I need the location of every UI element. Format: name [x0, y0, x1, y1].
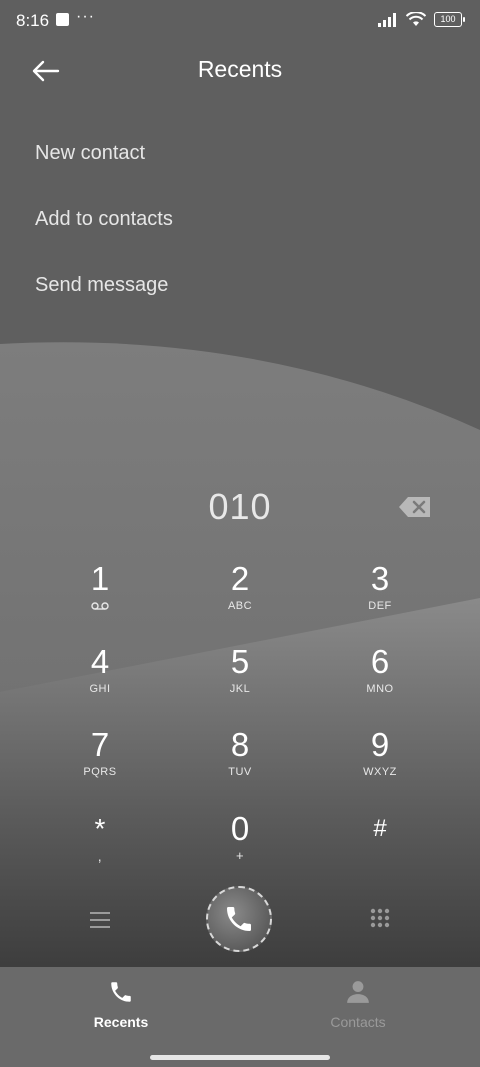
phone-icon	[111, 982, 131, 1002]
tab-recents-label: Recents	[93, 1014, 149, 1030]
status-icons: 100	[378, 12, 465, 27]
key-8[interactable]: 8 TUV	[180, 726, 300, 802]
send-message-option[interactable]: Send message	[0, 252, 480, 318]
header: Recents	[0, 42, 480, 98]
key-2[interactable]: 2 ABC	[180, 560, 300, 636]
dialpad-toggle-icon[interactable]	[370, 908, 390, 928]
battery-icon: 100	[434, 12, 465, 27]
voicemail-icon	[91, 602, 109, 610]
key-3[interactable]: 3 DEF	[320, 560, 440, 636]
tab-contacts-label: Contacts	[330, 1014, 386, 1030]
signal-icon	[378, 12, 396, 27]
person-icon	[347, 981, 369, 1003]
dialer-controls	[0, 880, 480, 960]
key-5[interactable]: 5 JKL	[180, 643, 300, 719]
key-4[interactable]: 4 GHI	[40, 643, 160, 719]
tab-recents[interactable]: Recents	[41, 979, 201, 1030]
phone-icon	[227, 907, 251, 931]
key-6[interactable]: 6 MNO	[320, 643, 440, 719]
status-bar: 8:16 ··· 100	[0, 0, 480, 42]
new-contact-option[interactable]: New contact	[0, 120, 480, 186]
menu-icon[interactable]	[90, 911, 110, 929]
more-notifications-icon: ···	[76, 8, 95, 25]
call-button[interactable]	[206, 886, 272, 952]
tab-contacts[interactable]: Contacts	[278, 979, 438, 1030]
wifi-icon	[406, 12, 426, 26]
add-to-contacts-option[interactable]: Add to contacts	[0, 186, 480, 252]
key-hash[interactable]: #	[320, 810, 440, 886]
bottom-tab-bar: Recents Contacts	[0, 967, 480, 1067]
key-9[interactable]: 9 WXYZ	[320, 726, 440, 802]
key-0[interactable]: 0 +	[180, 810, 300, 886]
status-time: 8:16	[16, 11, 50, 30]
page-title: Recents	[197, 56, 283, 82]
options-menu: New contact Add to contacts Send message	[0, 120, 480, 318]
key-7[interactable]: 7 PQRS	[40, 726, 160, 802]
notification-icon	[56, 13, 69, 26]
key-star[interactable]: * ,	[40, 810, 160, 886]
key-1[interactable]: 1	[40, 560, 160, 636]
backspace-icon[interactable]	[398, 496, 432, 518]
home-indicator[interactable]	[150, 1055, 330, 1060]
